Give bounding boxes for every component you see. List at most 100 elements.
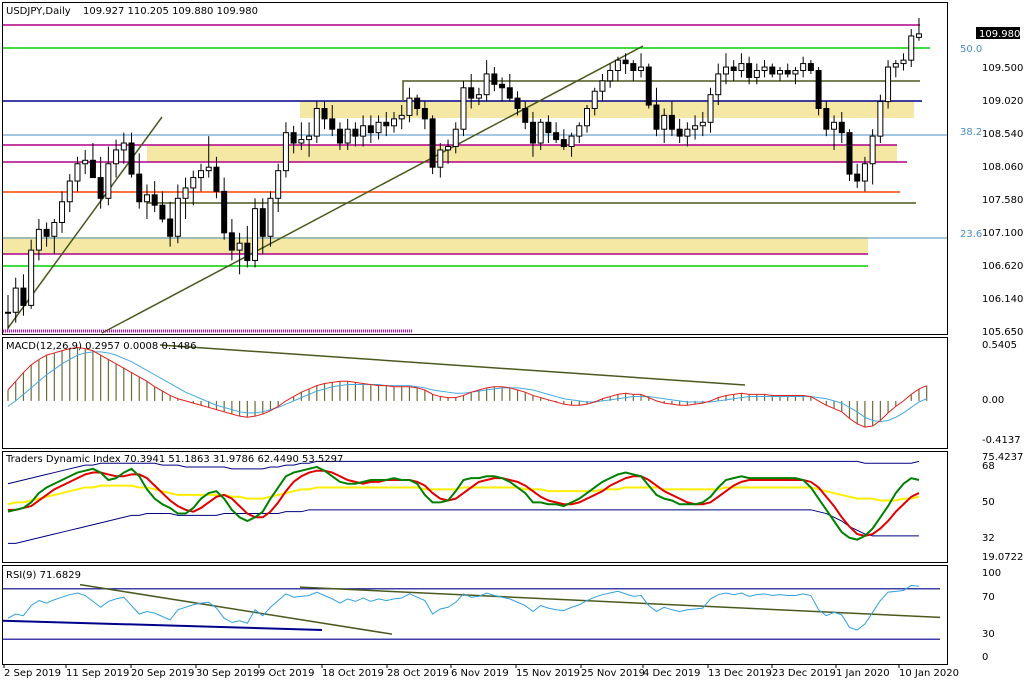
candle-body-bear [159,204,166,220]
candle-body-bull [252,208,259,261]
fibo-label-50: 50.0 [960,44,982,55]
time-tick-label: 13 Dec 2019 [708,668,772,679]
candle-body-bull [120,142,127,151]
candle-body-bear [553,132,560,141]
macd-tick: -0.4137 [982,435,1021,446]
candle-body-bear [769,66,776,75]
candle-body-bear [228,232,235,251]
candle-body-bull [591,90,598,109]
candle [846,129,853,182]
candle-body-bull [684,128,691,137]
rsi-tick: 100 [982,568,1001,579]
candle-body-bull [28,249,35,306]
candle-body-bull [437,149,444,168]
candle-body-bull [861,163,868,182]
chart-ohlc-readout: 109.927 110.205 109.880 109.980 [83,6,258,17]
candle-body-bull [174,197,181,237]
candle-body-bull [452,128,459,147]
candle-body-bear [43,228,50,237]
candle-body-bull [143,194,150,203]
candle-body-bull [568,135,575,147]
candle-body-bear [560,139,567,147]
candle-body-bear [630,63,637,72]
candle-body-bull [877,101,884,137]
candle-body-bull [460,87,467,130]
tdi-tick: 19.0722 [982,552,1023,563]
candle-body-bull [398,114,405,120]
candle-body-bear [807,63,814,72]
price-tick: 108.540 [982,129,1023,140]
candle-body-bull [753,70,760,78]
candle-body-bear [846,132,853,175]
candle-body-bull [722,66,729,75]
candle-body-bear [321,107,328,120]
candle [429,115,436,175]
candle-body-bull [777,70,783,75]
price-tick: 106.140 [982,294,1023,305]
candle-body-bull [715,73,722,96]
fibo-label-38: 38.2 [960,127,982,138]
candle-body-bear [499,83,506,89]
candle [645,63,652,109]
candle-body-bull [661,114,668,130]
candle-body-bull [59,201,66,223]
time-tick-label: 23 Dec 2019 [772,668,836,679]
candle-body-bull [298,139,305,144]
candle-body-bull [607,70,614,82]
candle [877,94,884,144]
candle-body-bear [89,159,96,179]
candle-body-bear [244,242,251,261]
candle-body-bull [599,80,606,92]
candle-body-bull [483,73,490,96]
candle [252,198,259,268]
resistance-zone-upper [300,101,914,118]
candle-body-bull [738,63,745,72]
time-tick-label: 4 Dec 2019 [643,668,701,679]
chart-symbol-title: USDJPY,Daily [6,6,71,17]
candle-body-bull [614,59,621,71]
price-tick: 107.580 [982,195,1023,206]
macd-tick: 0.5405 [982,340,1017,351]
candle-body-bear [653,104,660,130]
candle-body-bull [66,180,73,203]
support-zone-lower [3,237,868,254]
price-tick: 106.620 [982,261,1023,272]
candle-body-bull [275,170,282,199]
candle-body-bull [74,163,81,182]
candle-body-bear [167,218,174,237]
time-tick-label: 6 Nov 2019 [451,668,509,679]
time-tick-label: 20 Sep 2019 [131,668,194,679]
candle-body-bull [761,66,768,71]
candle-body-bear [545,121,552,134]
candle-body-bear [784,70,791,75]
price-tick: 109.020 [982,96,1023,107]
candle-body-bull [344,128,351,144]
rsi-tick: 0 [982,652,988,663]
candle [28,239,35,309]
candle-body-bear [668,114,675,130]
time-tick-label: 28 Oct 2019 [387,668,449,679]
candle-body-bear [429,118,436,168]
candle-body-bull [406,97,413,116]
candle-body-bull [306,135,313,141]
price-tick: 105.650 [982,327,1023,338]
candle-body-bull [5,311,11,314]
metatrader-chart[interactable]: 50.0 38.2 23.6 USDJPY,Daily 109.927 110.… [0,0,1024,683]
candle-body-bear [514,97,521,109]
candle-body-bull [900,59,907,65]
candle-body-bear [815,70,822,109]
candle-body-bull [360,125,367,137]
candle-body-bull [576,125,583,137]
candle-body-bull [113,149,120,165]
candle-body-bear [151,194,158,206]
time-tick-label: 30 Sep 2019 [196,668,259,679]
candle-body-bear [383,121,390,127]
fibo-label-23: 23.6 [960,229,982,240]
candle-body-bear [336,128,343,144]
rsi-title: RSI(9) 71.6829 [6,570,81,581]
current-price-value: 109.980 [979,29,1020,40]
time-tick-label: 1 Jan 2020 [836,668,890,679]
candle-body-bear [221,190,228,234]
candle-body-bull [584,107,590,127]
candle-body-bear [97,177,104,199]
